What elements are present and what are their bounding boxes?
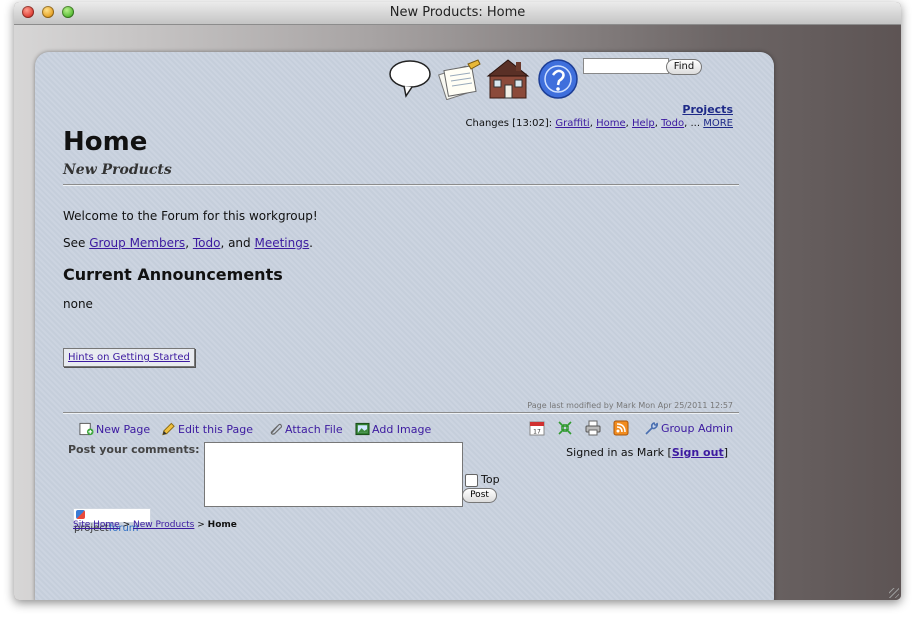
speech-bubble-icon[interactable] — [388, 58, 432, 100]
breadcrumb-separator: > — [122, 520, 131, 530]
add-image-label: Add Image — [372, 423, 432, 436]
signed-in-suffix: ] — [723, 446, 728, 459]
announcements-body: none — [63, 297, 93, 311]
wrench-icon — [645, 422, 659, 435]
post-button[interactable]: Post — [462, 488, 497, 503]
post-comments-label: Post your comments: — [68, 443, 200, 456]
group-members-link[interactable]: Group Members — [89, 236, 185, 250]
welcome-text: Welcome to the Forum for this workgroup! — [63, 209, 318, 223]
announcements-heading: Current Announcements — [63, 265, 283, 284]
change-link-todo[interactable]: Todo — [661, 118, 684, 129]
top-checkbox[interactable] — [465, 474, 478, 487]
add-image-action[interactable]: Add Image — [355, 422, 431, 436]
notepad-pencil-icon[interactable] — [438, 58, 482, 100]
title-divider — [63, 184, 739, 186]
see-separator-and: , and — [220, 236, 251, 250]
svg-text:17: 17 — [533, 429, 541, 436]
attach-file-label: Attach File — [285, 423, 343, 436]
window-title: New Products: Home — [389, 5, 526, 20]
change-link-graffiti[interactable]: Graffiti — [555, 118, 589, 129]
recent-changes: Changes [13:02]: Graffiti, Home, Help, T… — [465, 118, 734, 129]
help-icon[interactable] — [536, 58, 580, 100]
breadcrumb-site-home[interactable]: Site Home — [73, 520, 120, 530]
new-page-label: New Page — [96, 423, 151, 436]
search-input[interactable] — [583, 58, 669, 74]
changes-ellipsis: ... — [690, 118, 701, 129]
pencil-icon — [162, 422, 175, 436]
browser-window: New Products: Home Find Projects Changes… — [14, 2, 901, 600]
breadcrumb-current: Home — [207, 520, 237, 530]
page-subtitle: New Products — [63, 162, 172, 178]
projectforum-logo-mark — [76, 510, 85, 519]
breadcrumb-new-products[interactable]: New Products — [133, 520, 194, 530]
sync-arrows-icon[interactable] — [557, 420, 573, 436]
breadcrumb-separator: > — [197, 520, 205, 530]
edit-page-action[interactable]: Edit this Page — [161, 422, 253, 436]
paperclip-icon — [270, 423, 282, 435]
page-title: Home — [63, 127, 148, 157]
find-button[interactable]: Find — [666, 59, 702, 75]
change-link-home[interactable]: Home — [596, 118, 626, 129]
forum-page-card: Find Projects Changes [13:02]: Graffiti,… — [35, 52, 774, 600]
see-links-line: See Group Members, Todo, and Meetings. — [63, 236, 313, 250]
change-link-help[interactable]: Help — [632, 118, 655, 129]
todo-link[interactable]: Todo — [193, 236, 221, 250]
more-changes-link[interactable]: MORE — [703, 118, 733, 129]
edit-page-label: Edit this Page — [178, 423, 253, 436]
new-page-action[interactable]: New Page — [79, 422, 150, 436]
see-separator: , — [185, 236, 190, 250]
footer-divider — [63, 412, 739, 414]
sign-out-link[interactable]: Sign out — [672, 446, 724, 459]
hints-button[interactable]: Hints on Getting Started — [63, 348, 195, 367]
image-icon — [355, 422, 370, 436]
rss-feed-icon[interactable] — [613, 420, 629, 436]
signed-in-status: Signed in as Mark [Sign out] — [566, 446, 728, 459]
breadcrumb: Site Home > New Products > Home — [73, 520, 237, 530]
see-end: . — [309, 236, 313, 250]
attach-file-action[interactable]: Attach File — [268, 422, 343, 436]
printer-icon[interactable] — [585, 420, 601, 436]
group-admin-label: Group Admin — [661, 422, 734, 435]
top-checkbox-label: Top — [481, 473, 500, 486]
signed-in-prefix: Signed in as Mark [ — [566, 446, 672, 459]
projects-link[interactable]: Projects — [682, 103, 733, 116]
hints-link[interactable]: Hints on Getting Started — [68, 352, 190, 363]
page-viewport: Find Projects Changes [13:02]: Graffiti,… — [14, 25, 901, 600]
comment-textarea[interactable] — [204, 442, 463, 507]
last-modified: Page last modified by Mark Mon Apr 25/20… — [527, 401, 733, 410]
see-prefix: See — [63, 236, 86, 250]
group-admin-link[interactable]: Group Admin — [643, 421, 733, 435]
window-resize-handle[interactable] — [889, 588, 899, 598]
meetings-link[interactable]: Meetings — [254, 236, 309, 250]
title-bar[interactable]: New Products: Home — [14, 2, 901, 25]
changes-label: Changes [13:02]: — [465, 118, 553, 129]
house-icon[interactable] — [486, 58, 530, 100]
calendar-icon[interactable]: 17 — [529, 420, 545, 436]
new-page-icon — [79, 422, 94, 436]
